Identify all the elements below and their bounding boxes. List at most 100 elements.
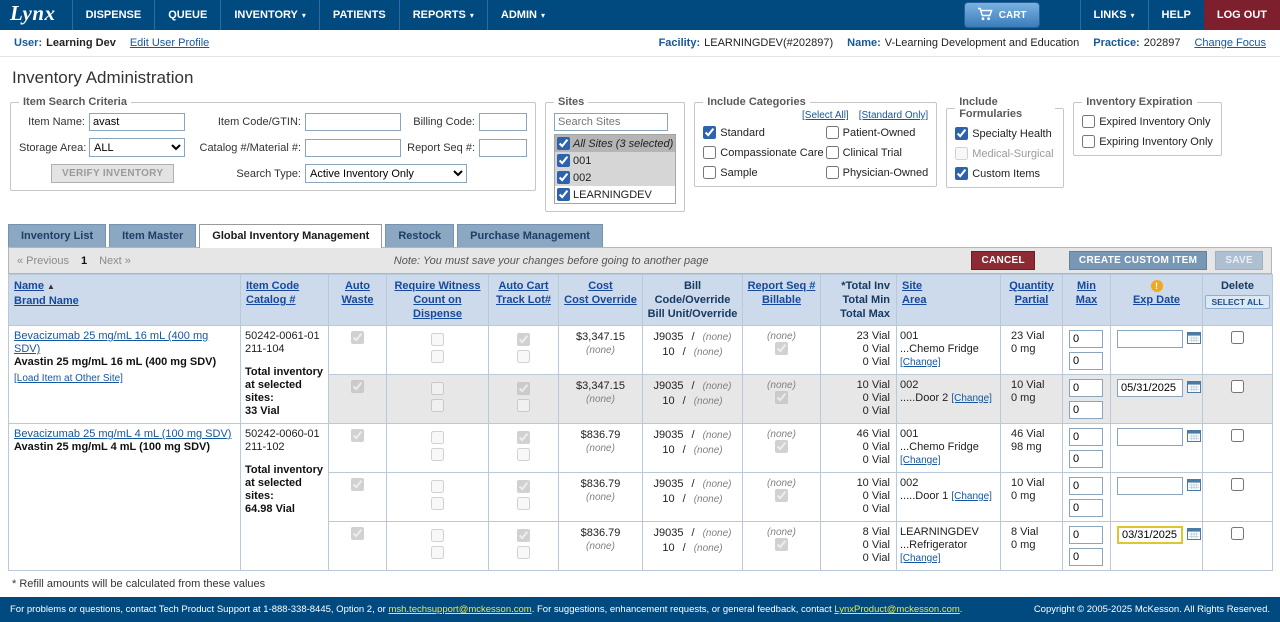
specialty-health-checkbox[interactable] bbox=[955, 127, 968, 140]
select-all-delete-button[interactable]: SELECT ALL bbox=[1205, 295, 1269, 309]
all-sites-checkbox[interactable] bbox=[557, 137, 570, 150]
billable-checkbox[interactable] bbox=[775, 440, 788, 453]
max-input[interactable] bbox=[1069, 499, 1103, 517]
expired-inventory-option[interactable]: Expired Inventory Only bbox=[1082, 115, 1213, 128]
calendar-icon[interactable] bbox=[1187, 527, 1201, 543]
nav-inventory[interactable]: INVENTORY▾ bbox=[220, 0, 319, 30]
count-on-dispense-checkbox[interactable] bbox=[431, 448, 444, 461]
category-compassionate-care[interactable]: Compassionate Care bbox=[703, 146, 823, 159]
storage-area-select[interactable]: ALL bbox=[89, 138, 185, 157]
count-on-dispense-checkbox[interactable] bbox=[431, 497, 444, 510]
track-lot-checkbox[interactable] bbox=[517, 399, 530, 412]
require-witness-checkbox[interactable] bbox=[431, 382, 444, 395]
cart-button[interactable]: CART bbox=[964, 2, 1040, 28]
compassionate-care-checkbox[interactable] bbox=[703, 146, 716, 159]
edit-user-profile-link[interactable]: Edit User Profile bbox=[130, 37, 209, 49]
nav-reports[interactable]: REPORTS▾ bbox=[399, 0, 487, 30]
auto-waste-checkbox[interactable] bbox=[351, 478, 364, 491]
formulary-specialty-health[interactable]: Specialty Health bbox=[955, 127, 1055, 140]
sort-exp-date-link[interactable]: Exp Date bbox=[1133, 294, 1180, 306]
sort-track-lot-link[interactable]: Track Lot# bbox=[496, 294, 551, 306]
exp-date-input[interactable] bbox=[1117, 330, 1183, 348]
change-site-link[interactable]: [Change] bbox=[951, 393, 992, 404]
billable-checkbox[interactable] bbox=[775, 489, 788, 502]
physician-owned-checkbox[interactable] bbox=[826, 166, 839, 179]
verify-inventory-button[interactable]: VERIFY INVENTORY bbox=[51, 164, 174, 183]
item-name-link[interactable]: Bevacizumab 25 mg/mL 16 mL (400 mg SDV) bbox=[14, 330, 208, 355]
delete-checkbox[interactable] bbox=[1231, 527, 1244, 540]
billable-checkbox[interactable] bbox=[775, 391, 788, 404]
min-input[interactable] bbox=[1069, 379, 1103, 397]
change-site-link[interactable]: [Change] bbox=[900, 553, 941, 564]
category-patient-owned[interactable]: Patient-Owned bbox=[826, 126, 929, 139]
calendar-icon[interactable] bbox=[1187, 429, 1201, 445]
max-input[interactable] bbox=[1069, 548, 1103, 566]
tab-inventory-list[interactable]: Inventory List bbox=[8, 224, 106, 247]
sites-search-input[interactable] bbox=[554, 113, 668, 131]
exp-date-input[interactable] bbox=[1117, 477, 1183, 495]
sample-checkbox[interactable] bbox=[703, 166, 716, 179]
require-witness-checkbox[interactable] bbox=[431, 529, 444, 542]
sort-max-link[interactable]: Max bbox=[1076, 294, 1097, 306]
site-option-002[interactable]: 002 bbox=[555, 169, 675, 186]
delete-checkbox[interactable] bbox=[1231, 429, 1244, 442]
delete-checkbox[interactable] bbox=[1231, 331, 1244, 344]
site-option-learningdev[interactable]: LEARNINGDEV bbox=[555, 186, 675, 203]
exp-date-input[interactable] bbox=[1117, 428, 1183, 446]
count-on-dispense-checkbox[interactable] bbox=[431, 399, 444, 412]
delete-checkbox[interactable] bbox=[1231, 380, 1244, 393]
create-custom-item-button[interactable]: CREATE CUSTOM ITEM bbox=[1069, 251, 1207, 270]
sort-quantity-link[interactable]: Quantity bbox=[1009, 280, 1054, 292]
sort-auto-cart-link[interactable]: Auto Cart bbox=[498, 280, 548, 292]
track-lot-checkbox[interactable] bbox=[517, 448, 530, 461]
track-lot-checkbox[interactable] bbox=[517, 546, 530, 559]
min-input[interactable] bbox=[1069, 428, 1103, 446]
auto-waste-checkbox[interactable] bbox=[351, 429, 364, 442]
exp-date-input[interactable] bbox=[1117, 379, 1183, 397]
category-physician-owned[interactable]: Physician-Owned bbox=[826, 166, 929, 179]
next-page-link[interactable]: Next » bbox=[99, 255, 131, 267]
category-clinical-trial[interactable]: Clinical Trial bbox=[826, 146, 929, 159]
nav-help[interactable]: HELP bbox=[1148, 0, 1204, 30]
site-002-checkbox[interactable] bbox=[557, 171, 570, 184]
item-name-input[interactable] bbox=[89, 113, 185, 131]
expiring-inventory-option[interactable]: Expiring Inventory Only bbox=[1082, 135, 1213, 148]
change-site-link[interactable]: [Change] bbox=[900, 455, 941, 466]
site-001-checkbox[interactable] bbox=[557, 154, 570, 167]
count-on-dispense-checkbox[interactable] bbox=[431, 350, 444, 363]
require-witness-checkbox[interactable] bbox=[431, 333, 444, 346]
max-input[interactable] bbox=[1069, 401, 1103, 419]
change-focus-link[interactable]: Change Focus bbox=[1194, 37, 1266, 49]
auto-cart-checkbox[interactable] bbox=[517, 382, 530, 395]
item-name-link[interactable]: Bevacizumab 25 mg/mL 4 mL (100 mg SDV) bbox=[14, 428, 231, 440]
site-option-all-sites[interactable]: All Sites (3 selected) bbox=[555, 135, 675, 152]
standard-only-link[interactable]: [Standard Only] bbox=[859, 110, 928, 121]
patient-owned-checkbox[interactable] bbox=[826, 126, 839, 139]
max-input[interactable] bbox=[1069, 352, 1103, 370]
auto-cart-checkbox[interactable] bbox=[517, 431, 530, 444]
category-sample[interactable]: Sample bbox=[703, 166, 823, 179]
formulary-custom-items[interactable]: Custom Items bbox=[955, 167, 1055, 180]
billable-checkbox[interactable] bbox=[775, 342, 788, 355]
change-site-link[interactable]: [Change] bbox=[900, 357, 941, 368]
sort-item-code-link[interactable]: Item Code bbox=[246, 280, 299, 292]
sort-area-link[interactable]: Area bbox=[902, 294, 926, 306]
require-witness-checkbox[interactable] bbox=[431, 431, 444, 444]
search-type-select[interactable]: Active Inventory Only bbox=[305, 164, 467, 183]
nav-links[interactable]: LINKS▾ bbox=[1080, 0, 1148, 30]
sort-count-on-dispense-link[interactable]: Count on Dispense bbox=[413, 294, 462, 320]
sort-cost-link[interactable]: Cost bbox=[588, 280, 612, 292]
nav-admin[interactable]: ADMIN▾ bbox=[487, 0, 558, 30]
sort-catalog-link[interactable]: Catalog # bbox=[246, 294, 296, 306]
auto-waste-checkbox[interactable] bbox=[351, 380, 364, 393]
auto-cart-checkbox[interactable] bbox=[517, 480, 530, 493]
track-lot-checkbox[interactable] bbox=[517, 350, 530, 363]
load-item-other-site-link[interactable]: [Load Item at Other Site] bbox=[14, 372, 123, 385]
tech-support-email-link[interactable]: msh.techsupport@mckesson.com bbox=[388, 604, 531, 615]
calendar-icon[interactable] bbox=[1187, 478, 1201, 494]
standard-checkbox[interactable] bbox=[703, 126, 716, 139]
exp-date-input[interactable] bbox=[1117, 526, 1183, 544]
auto-cart-checkbox[interactable] bbox=[517, 529, 530, 542]
tab-purchase-management[interactable]: Purchase Management bbox=[457, 224, 603, 247]
sort-site-link[interactable]: Site bbox=[902, 280, 922, 292]
